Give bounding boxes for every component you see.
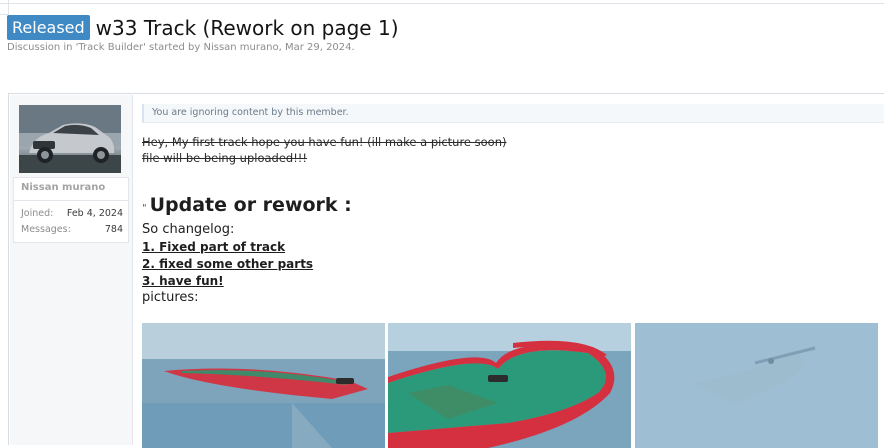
changelog-item-1: 1. Fixed part of track xyxy=(142,240,286,254)
thread-title: w33 Track (Rework on page 1) xyxy=(95,15,399,40)
changelog-item-2: 2. fixed some other parts xyxy=(142,257,314,271)
joined-label: Joined: xyxy=(21,208,54,219)
header-divider xyxy=(0,3,884,4)
strikethrough-line-2: file will be being uploaded!!! xyxy=(142,151,308,165)
changelog-item-3: 3. have fun! xyxy=(142,274,224,288)
joined-value: Feb 4, 2024 xyxy=(66,208,123,219)
update-heading: Update or rework : xyxy=(149,194,352,216)
username[interactable]: Nissan murano xyxy=(21,182,105,193)
thread-description: Discussion in 'Track Builder' started by… xyxy=(7,42,355,53)
starter-link[interactable]: Nissan murano xyxy=(203,42,278,53)
screenshot-thumbnail-1[interactable] xyxy=(142,323,385,448)
ignored-notice-text: You are ignoring content by this member. xyxy=(152,107,349,118)
user-info-card: Nissan murano Joined: Feb 4, 2024 Messag… xyxy=(13,177,129,243)
pictures-label: pictures: xyxy=(142,290,199,305)
messages-label: Messages: xyxy=(21,224,71,235)
thread-title-row: Released w33 Track (Rework on page 1) xyxy=(7,15,399,40)
car-avatar-icon xyxy=(19,105,121,173)
messages-value[interactable]: 784 xyxy=(105,224,123,235)
post-container: Nissan murano Joined: Feb 4, 2024 Messag… xyxy=(8,93,884,448)
update-heading-row: " Update or rework : xyxy=(142,194,352,216)
forum-link[interactable]: Track Builder xyxy=(78,42,143,53)
quote-mark: " xyxy=(142,203,147,214)
thread-prefix-badge[interactable]: Released xyxy=(7,15,90,40)
user-column: Nissan murano Joined: Feb 4, 2024 Messag… xyxy=(10,95,133,445)
ignored-notice-bar: You are ignoring content by this member. xyxy=(142,104,884,123)
screenshot-thumbnail-2[interactable] xyxy=(388,323,631,448)
desc-mid-text: ' started by xyxy=(143,42,204,53)
changelog-label: So changelog: xyxy=(142,222,235,237)
strikethrough-line-1: Hey, My first track hope you have fun! (… xyxy=(142,135,507,149)
desc-prefix-text: Discussion in ' xyxy=(7,42,79,53)
user-card-divider xyxy=(14,200,128,201)
screenshot-thumbnail-3[interactable] xyxy=(635,323,878,448)
user-avatar[interactable] xyxy=(19,105,121,173)
date-link[interactable]: Mar 29, 2024. xyxy=(285,42,355,53)
